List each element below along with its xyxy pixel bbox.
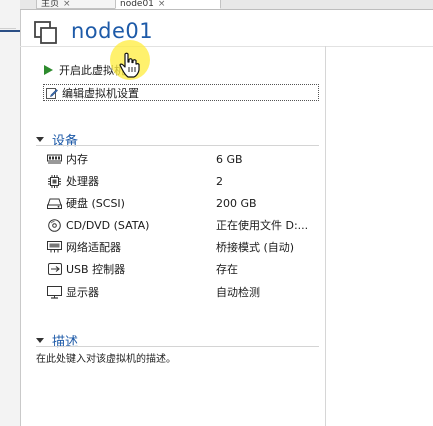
divider: [20, 46, 433, 47]
edit-settings-icon: [46, 87, 58, 99]
devices-section-toggle[interactable]: 设备: [36, 130, 78, 149]
device-row-hard-disk[interactable]: 硬盘 (SCSI) 200 GB: [47, 194, 317, 212]
divider: [36, 145, 319, 146]
device-value: 200 GB: [216, 196, 257, 210]
device-value: 2: [216, 174, 223, 188]
hard-disk-icon: [47, 197, 62, 210]
collapse-triangle-icon: [36, 137, 44, 142]
usb-icon: [47, 263, 62, 276]
left-panel-header: [0, 8, 16, 29]
monitor-icon: [47, 285, 62, 299]
device-value: 6 GB: [216, 152, 243, 166]
edit-settings-label: 编辑虚拟机设置: [62, 86, 139, 100]
hand-cursor-icon: [118, 52, 140, 78]
play-icon: [44, 65, 53, 75]
tab-strip: 主页 × node01 ×: [20, 0, 433, 10]
device-row-memory[interactable]: 内存 6 GB: [47, 150, 317, 168]
left-panel-edge: [0, 0, 21, 426]
virtual-machine-icon: [34, 21, 58, 45]
tab-node01-label: node01: [120, 0, 154, 9]
device-name: 处理器: [66, 175, 99, 188]
divider: [36, 346, 319, 347]
device-row-cd-dvd[interactable]: CD/DVD (SATA) 正在使用文件 D:...: [47, 216, 317, 234]
cd-dvd-icon: [47, 218, 62, 232]
device-name: 内存: [66, 153, 88, 166]
device-name: CD/DVD (SATA): [66, 218, 150, 232]
device-row-display[interactable]: 显示器 自动检测: [47, 283, 317, 301]
device-name: 显示器: [66, 286, 99, 299]
description-section-toggle[interactable]: 描述: [36, 331, 78, 350]
device-value: 自动检测: [216, 286, 260, 299]
close-icon[interactable]: ×: [63, 0, 71, 8]
description-section-title: 描述: [52, 335, 79, 350]
device-row-usb-controller[interactable]: USB 控制器 存在: [47, 260, 317, 278]
tab-node01[interactable]: node01 ×: [115, 0, 221, 9]
device-value: 桥接模式 (自动): [216, 241, 295, 254]
device-row-cpu[interactable]: 处理器 2: [47, 172, 317, 190]
device-name: 网络适配器: [66, 241, 121, 254]
vm-title: node01: [71, 19, 154, 43]
device-name: 硬盘 (SCSI): [66, 197, 125, 210]
devices-section-title: 设备: [52, 134, 79, 149]
network-adapter-icon: [47, 241, 62, 254]
edit-vm-settings-link[interactable]: 编辑虚拟机设置: [43, 84, 319, 101]
description-text-area[interactable]: 在此处键入对该虚拟机的描述。: [36, 350, 176, 365]
memory-icon: [47, 153, 62, 166]
cpu-icon: [47, 174, 62, 188]
collapse-triangle-icon: [36, 338, 44, 343]
device-row-network-adapter[interactable]: 网络适配器 桥接模式 (自动): [47, 238, 317, 256]
tab-home[interactable]: 主页 ×: [36, 0, 116, 9]
tab-home-label: 主页: [41, 0, 60, 9]
left-panel-selection-bar: [0, 30, 20, 32]
close-icon[interactable]: ×: [158, 0, 166, 8]
device-value: 存在: [216, 263, 238, 276]
device-value: 正在使用文件 D:...: [216, 219, 309, 232]
device-name: USB 控制器: [66, 263, 126, 276]
column-divider: [325, 46, 326, 426]
